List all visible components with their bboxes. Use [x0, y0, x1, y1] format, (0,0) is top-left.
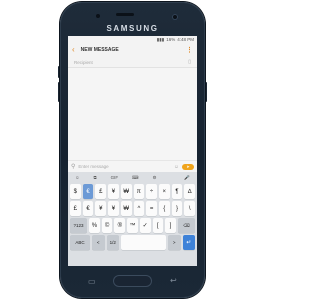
front-camera-icon: [172, 14, 178, 20]
abc-button[interactable]: ABC: [70, 235, 90, 250]
key-yen-2[interactable]: ¥: [95, 201, 107, 216]
keyboard: ☺ ⧉ GIF ⌨ ⚙ 🎤 $ € £ ¥ ₩ π ÷ × ¶ ∆ £ € ¥ …: [68, 172, 197, 266]
key-equals[interactable]: =: [146, 201, 157, 216]
keyboard-row-3: ?123 % © ® ™ ✓ [ ] ⌫: [70, 218, 195, 233]
send-button[interactable]: ➤: [182, 163, 194, 170]
next-page-button[interactable]: >: [168, 235, 181, 250]
app-bar: ‹ NEW MESSAGE ⋮: [68, 43, 197, 57]
back-arrow-icon[interactable]: ‹: [72, 46, 75, 54]
key-trademark[interactable]: ™: [127, 218, 138, 233]
screen: ▮▮▮ 16% 4:48 PM ‹ NEW MESSAGE ⋮ Recipien…: [68, 36, 197, 266]
key-euro-selected[interactable]: €: [82, 184, 94, 199]
brand-logo: SAMSUNG: [106, 24, 159, 33]
page-title: NEW MESSAGE: [80, 47, 119, 53]
key-dollar[interactable]: $: [70, 184, 81, 199]
backspace-icon[interactable]: ⌫: [177, 218, 195, 233]
key-right-brace[interactable]: }: [171, 201, 183, 216]
settings-icon[interactable]: ⚙: [152, 175, 156, 181]
compose-bar: ⚲ Enter message ☺ ➤: [68, 160, 197, 172]
attach-icon[interactable]: ⚲: [71, 163, 75, 170]
recipient-input[interactable]: Recipient: [74, 60, 188, 65]
key-pound-2[interactable]: £: [70, 201, 81, 216]
key-checkmark[interactable]: ✓: [139, 218, 151, 233]
message-input[interactable]: Enter message: [78, 164, 173, 169]
keyboard-row-1: $ € £ ¥ ₩ π ÷ × ¶ ∆: [70, 184, 196, 199]
contact-icon[interactable]: ▯: [188, 59, 191, 65]
nav-back-icon[interactable]: ↩: [170, 276, 177, 285]
key-yen-3[interactable]: ¥: [108, 201, 119, 216]
key-won-2[interactable]: ₩: [120, 201, 132, 216]
key-euro-2[interactable]: €: [82, 201, 94, 216]
page-indicator[interactable]: 1/2: [106, 235, 119, 250]
microphone-icon[interactable]: 🎤: [184, 175, 190, 181]
recent-apps-icon[interactable]: ▭: [88, 277, 96, 286]
key-divide[interactable]: ÷: [146, 184, 157, 199]
enter-icon[interactable]: ↵: [182, 235, 195, 250]
key-registered[interactable]: ®: [114, 218, 126, 233]
space-bar[interactable]: [121, 235, 166, 250]
key-won[interactable]: ₩: [120, 184, 132, 199]
emoji-icon[interactable]: ☺: [174, 164, 179, 170]
emoji-toggle-icon[interactable]: ☺: [75, 175, 80, 180]
clock: 4:48 PM: [177, 37, 194, 42]
keyboard-layout-icon[interactable]: ⌨: [132, 175, 139, 181]
key-caret[interactable]: ^: [133, 201, 145, 216]
key-pilcrow[interactable]: ¶: [171, 184, 183, 199]
key-pi[interactable]: π: [133, 184, 145, 199]
power-button[interactable]: [205, 82, 207, 102]
more-options-icon[interactable]: ⋮: [186, 47, 193, 54]
clipboard-icon[interactable]: ⧉: [94, 175, 97, 180]
home-button[interactable]: [113, 275, 152, 287]
keyboard-row-2: £ € ¥ ¥ ₩ ^ = { } \: [70, 201, 196, 216]
key-pound[interactable]: £: [95, 184, 107, 199]
key-percent[interactable]: %: [89, 218, 100, 233]
keyboard-row-4: ABC < 1/2 > ↵: [70, 235, 195, 250]
prev-page-button[interactable]: <: [92, 235, 105, 250]
conversation-area: [68, 68, 197, 160]
key-multiply[interactable]: ×: [158, 184, 170, 199]
key-backslash[interactable]: \: [184, 201, 196, 216]
key-left-bracket[interactable]: [: [152, 218, 164, 233]
key-yen[interactable]: ¥: [108, 184, 119, 199]
status-bar: ▮▮▮ 16% 4:48 PM: [68, 36, 197, 43]
battery-level: 16%: [166, 37, 176, 42]
key-copyright[interactable]: ©: [101, 218, 113, 233]
key-delta[interactable]: ∆: [184, 184, 196, 199]
key-right-bracket[interactable]: ]: [165, 218, 176, 233]
signal-icon: ▮▮▮: [156, 36, 165, 42]
key-left-brace[interactable]: {: [158, 201, 170, 216]
recipient-field[interactable]: Recipient ▯: [68, 57, 197, 68]
keyboard-toolbar: ☺ ⧉ GIF ⌨ ⚙ 🎤: [70, 173, 195, 182]
symbols-page-button[interactable]: ?123: [70, 218, 88, 233]
gif-button[interactable]: GIF: [111, 175, 119, 180]
proximity-sensor: [96, 14, 100, 18]
earpiece-speaker: [116, 13, 134, 16]
